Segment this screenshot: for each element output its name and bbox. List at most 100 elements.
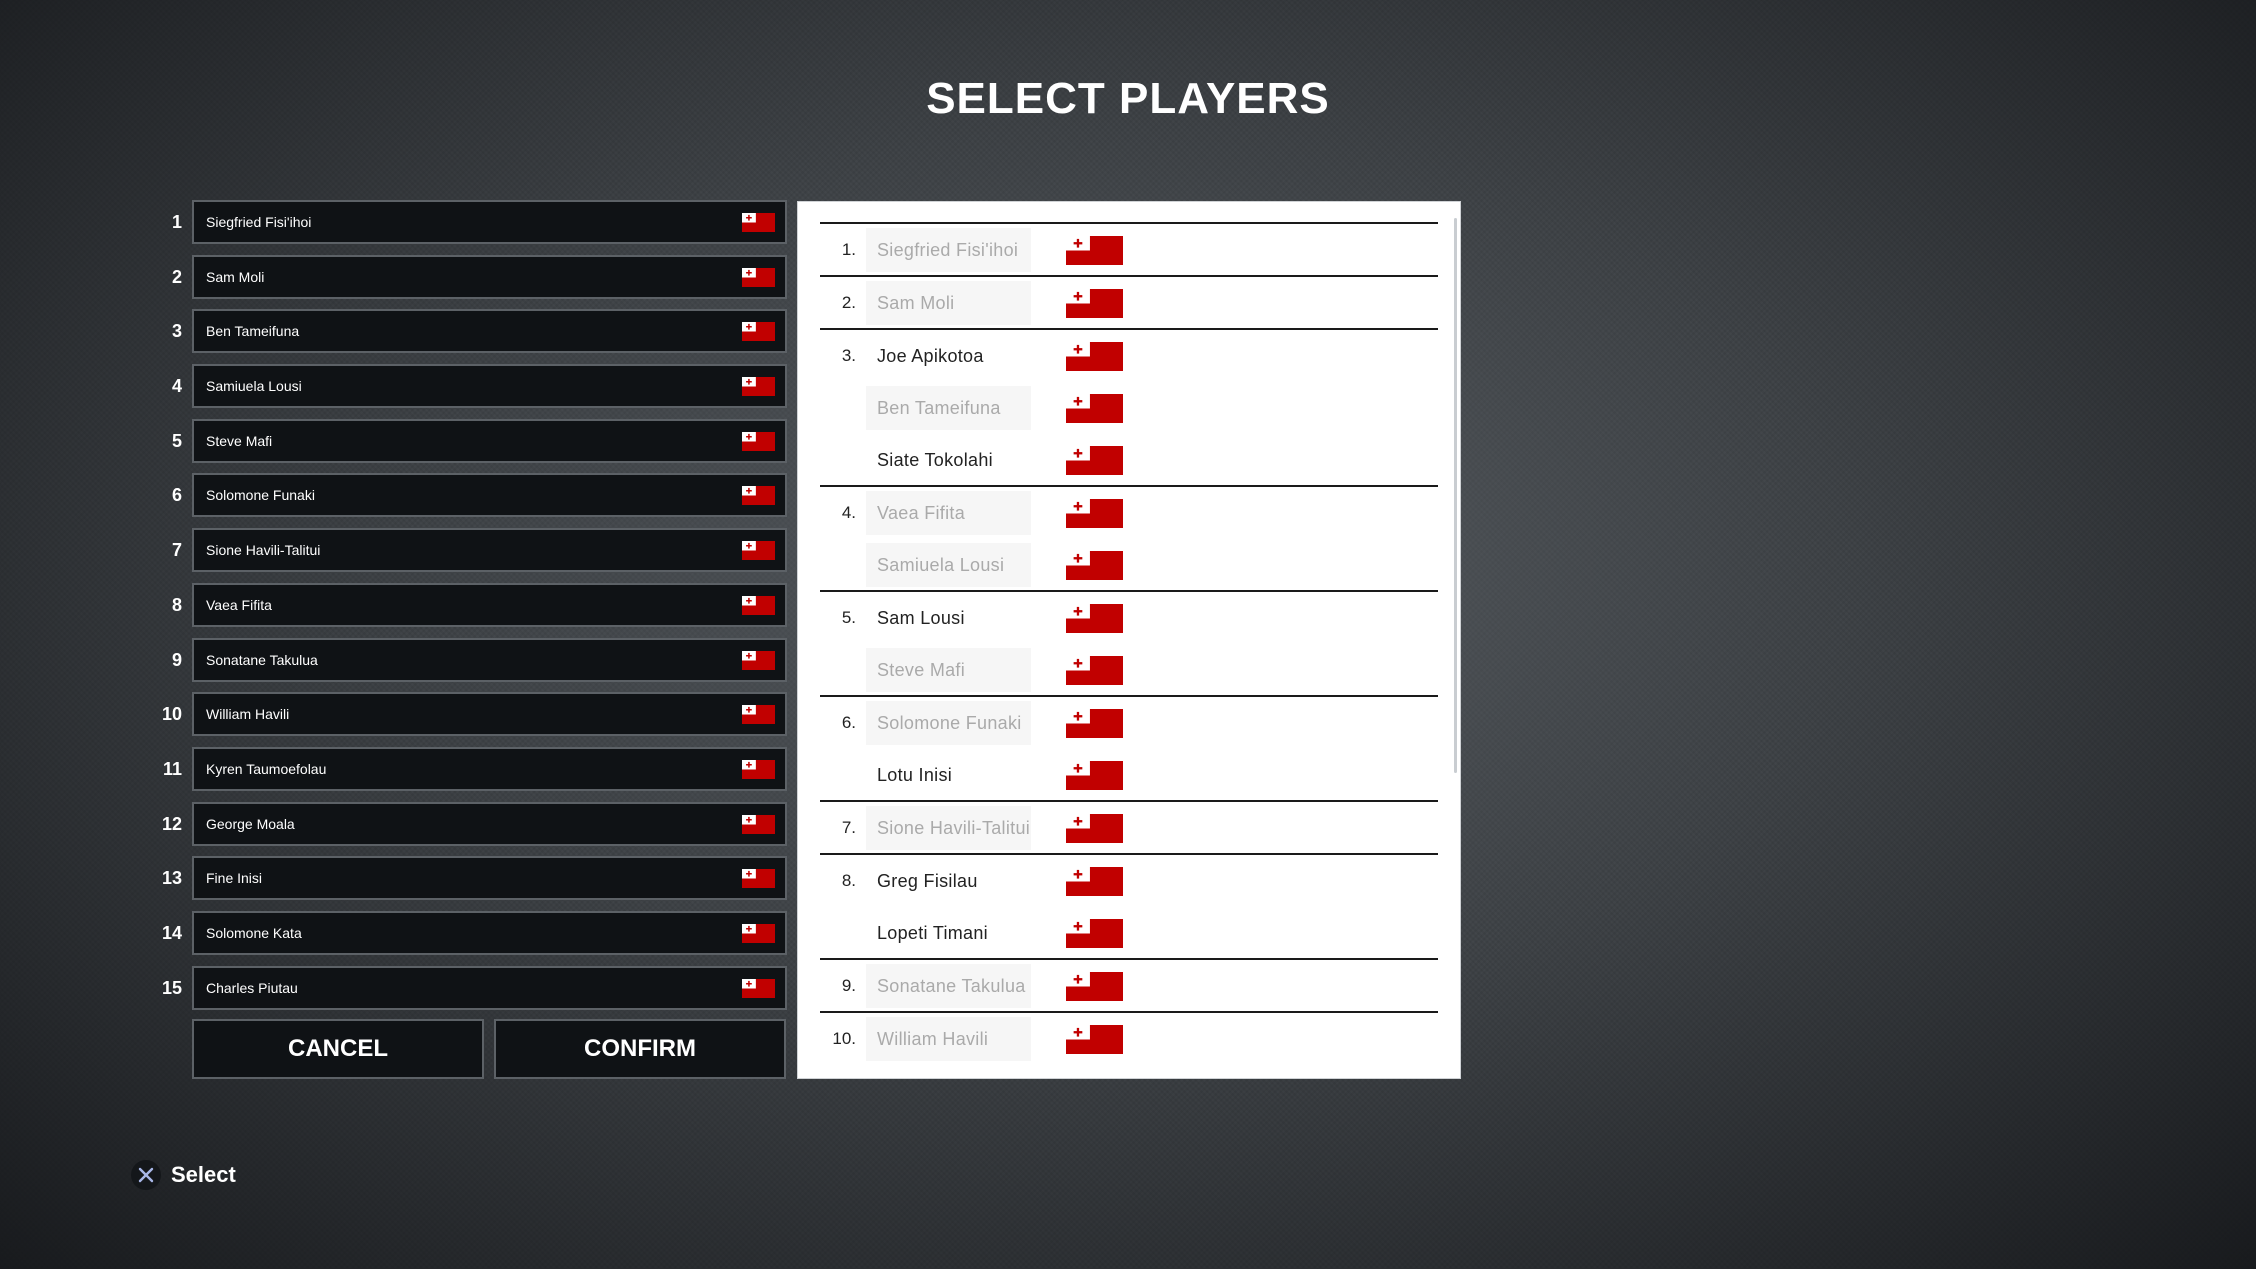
roster-slot[interactable]: 13 Fine Inisi xyxy=(150,856,787,901)
player-slot-box[interactable]: Solomone Funaki xyxy=(192,473,787,518)
tonga-flag-icon xyxy=(1066,236,1123,265)
player-slot-box[interactable]: George Moala xyxy=(192,801,787,846)
roster-slot[interactable]: 8 Vaea Fifita xyxy=(150,582,787,627)
player-name: Siegfried Fisi'ihoi xyxy=(877,240,1019,260)
depth-chart-row[interactable]: 4. Vaea Fifita xyxy=(820,487,1438,539)
player-name: Steve Mafi xyxy=(206,432,273,449)
cancel-button[interactable]: CANCEL xyxy=(192,1019,484,1079)
depth-chart-row[interactable]: 1. Siegfried Fisi'ihoi xyxy=(820,224,1438,276)
depth-chart-row[interactable]: Steve Mafi xyxy=(820,644,1438,696)
slot-number: 10 xyxy=(161,704,182,725)
slot-number: 6 xyxy=(171,485,182,506)
slot-number: 2 xyxy=(171,266,182,287)
position-group: 1. Siegfried Fisi'ihoi xyxy=(820,222,1438,276)
player-slot-box[interactable]: Ben Tameifuna xyxy=(192,309,787,354)
depth-chart-row[interactable]: 8. Greg Fisilau xyxy=(820,855,1438,907)
slot-number: 9 xyxy=(171,649,182,670)
depth-chart-row[interactable]: 7. Sione Havili-Talitui xyxy=(820,802,1438,854)
depth-chart-row[interactable]: 3. Joe Apikotoa xyxy=(820,330,1438,382)
player-slot-box[interactable]: Sione Havili-Talitui xyxy=(192,528,787,573)
tonga-flag-icon xyxy=(1066,656,1123,685)
depth-chart-row[interactable]: Lopeti Timani xyxy=(820,907,1438,959)
player-name: Steve Mafi xyxy=(877,660,966,680)
player-slot-box[interactable]: Sonatane Takulua xyxy=(192,637,787,682)
roster-slot[interactable]: 4 Samiuela Lousi xyxy=(150,364,787,409)
selected-roster: 1 Siegfried Fisi'ihoi 2 Sam Moli 3 Ben Tameif… xyxy=(150,200,787,1020)
player-slot-box[interactable]: Fine Inisi xyxy=(192,856,787,901)
depth-chart-row[interactable]: Lotu Inisi xyxy=(820,749,1438,801)
player-slot-box[interactable]: Samiuela Lousi xyxy=(192,364,787,409)
player-name: Greg Fisilau xyxy=(877,871,978,891)
tonga-flag-icon xyxy=(1066,761,1123,790)
player-slot-box[interactable]: Sam Moli xyxy=(192,254,787,299)
slot-number: 13 xyxy=(161,868,182,889)
depth-chart-row[interactable]: Ben Tameifuna xyxy=(820,382,1438,434)
player-name: Kyren Taumoefolau xyxy=(206,760,327,777)
depth-chart-row[interactable]: 9. Sonatane Takulua xyxy=(820,960,1438,1012)
player-name: Joe Apikotoa xyxy=(877,346,984,366)
player-slot-box[interactable]: Solomone Kata xyxy=(192,910,787,955)
slot-number: 12 xyxy=(161,813,182,834)
player-slot-box[interactable]: Kyren Taumoefolau xyxy=(192,746,787,791)
roster-slot[interactable]: 1 Siegfried Fisi'ihoi xyxy=(150,200,787,244)
player-name: Sione Havili-Talitui xyxy=(206,542,321,559)
depth-chart-panel[interactable]: 1. Siegfried Fisi'ihoi 2. Sam Moli 3. Joe Api… xyxy=(797,201,1461,1079)
position-number: 9. xyxy=(841,976,856,995)
player-slot-box[interactable]: William Havili xyxy=(192,692,787,737)
depth-chart-row[interactable]: 6. Solomone Funaki xyxy=(820,697,1438,749)
slot-number: 3 xyxy=(171,321,182,342)
slot-number: 11 xyxy=(162,758,182,779)
roster-slot[interactable]: 11 Kyren Taumoefolau xyxy=(150,746,787,791)
roster-slot[interactable]: 2 Sam Moli xyxy=(150,254,787,299)
player-name: Solomone Funaki xyxy=(206,487,315,504)
position-group: 5. Sam Lousi Steve Mafi xyxy=(820,590,1438,696)
player-slot-box[interactable]: Siegfried Fisi'ihoi xyxy=(192,200,787,244)
slot-number: 1 xyxy=(171,212,182,232)
roster-slot[interactable]: 5 Steve Mafi xyxy=(150,418,787,463)
tonga-flag-icon xyxy=(1066,394,1123,423)
position-number: 2. xyxy=(841,293,856,312)
roster-slot[interactable]: 14 Solomone Kata xyxy=(150,910,787,955)
slot-number: 7 xyxy=(171,540,182,561)
roster-slot[interactable]: 9 Sonatane Takulua xyxy=(150,637,787,682)
depth-chart-row[interactable]: Samiuela Lousi xyxy=(820,539,1438,591)
tonga-flag-icon xyxy=(1066,289,1123,318)
player-slot-box[interactable]: Steve Mafi xyxy=(192,418,787,463)
roster-slot[interactable]: 3 Ben Tameifuna xyxy=(150,309,787,354)
roster-slot[interactable]: 6 Solomone Funaki xyxy=(150,473,787,518)
tonga-flag-icon xyxy=(742,486,775,506)
tonga-flag-icon xyxy=(742,541,775,561)
depth-chart-row[interactable]: Siate Tokolahi xyxy=(820,434,1438,486)
roster-slot[interactable]: 7 Sione Havili-Talitui xyxy=(150,528,787,573)
player-slot-box[interactable]: Charles Piutau xyxy=(192,965,787,1010)
depth-chart-row[interactable]: 5. Sam Lousi xyxy=(820,592,1438,644)
position-number: 1. xyxy=(841,240,856,259)
position-group: 3. Joe Apikotoa Ben Tameifuna Siate Tokolah… xyxy=(820,328,1438,486)
tonga-flag-icon xyxy=(742,267,775,287)
position-number: 7. xyxy=(841,818,856,837)
roster-slot[interactable]: 12 George Moala xyxy=(150,801,787,846)
roster-slot[interactable]: 10 William Havili xyxy=(150,692,787,737)
position-group: 7. Sione Havili-Talitui xyxy=(820,800,1438,854)
tonga-flag-icon xyxy=(742,978,775,998)
confirm-button[interactable]: CONFIRM xyxy=(494,1019,786,1079)
player-name: Lotu Inisi xyxy=(877,765,953,785)
player-name: Vaea Fifita xyxy=(206,596,272,613)
tonga-flag-icon xyxy=(1066,499,1123,528)
hint-label: Select xyxy=(171,1162,236,1187)
tonga-flag-icon xyxy=(1066,814,1123,843)
player-name: Charles Piutau xyxy=(206,979,298,996)
position-group: 9. Sonatane Takulua xyxy=(820,958,1438,1012)
player-name: William Havili xyxy=(206,706,290,723)
player-name: Ben Tameifuna xyxy=(206,323,300,340)
tonga-flag-icon xyxy=(742,814,775,834)
depth-chart-row[interactable]: 10. William Havili xyxy=(820,1013,1438,1065)
scrollbar[interactable] xyxy=(1454,218,1457,773)
position-number: 3. xyxy=(841,346,856,365)
roster-slot[interactable]: 15 Charles Piutau xyxy=(150,965,787,1010)
tonga-flag-icon xyxy=(742,431,775,451)
position-group: 2. Sam Moli xyxy=(820,275,1438,329)
player-slot-box[interactable]: Vaea Fifita xyxy=(192,582,787,627)
tonga-flag-icon xyxy=(1066,919,1123,948)
depth-chart-row[interactable]: 2. Sam Moli xyxy=(820,277,1438,329)
